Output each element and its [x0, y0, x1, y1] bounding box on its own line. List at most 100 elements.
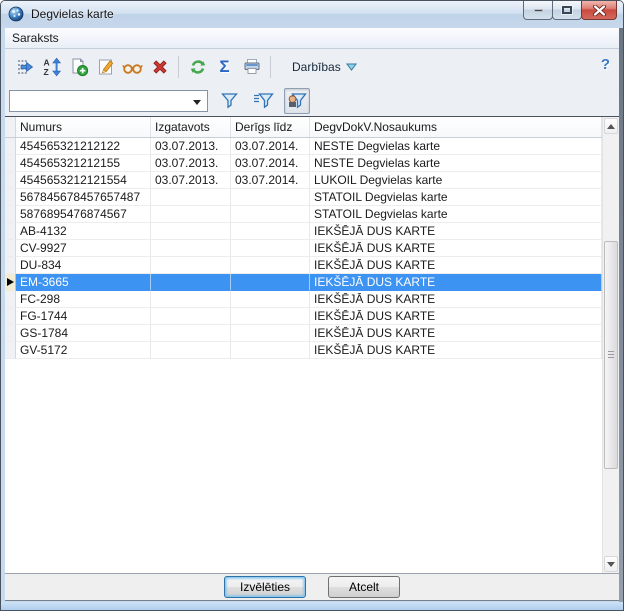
table-row[interactable]: 454565321212155 03.07.2013. 03.07.2014. …: [5, 155, 602, 172]
maximize-button[interactable]: [552, 1, 582, 20]
cell-izgatavots[interactable]: [151, 308, 231, 325]
cell-nosaukums[interactable]: STATOIL Degvielas karte: [310, 206, 602, 223]
cell-izgatavots[interactable]: [151, 291, 231, 308]
cell-numurs[interactable]: GV-5172: [16, 342, 151, 359]
cell-numurs[interactable]: 454565321212122: [16, 138, 151, 155]
cell-derigs-lidz[interactable]: [231, 223, 310, 240]
cell-nosaukums[interactable]: NESTE Degvielas karte: [310, 138, 602, 155]
column-header-derigs-lidz[interactable]: Derīgs līdz: [231, 117, 310, 137]
cell-izgatavots[interactable]: 03.07.2013.: [151, 138, 231, 155]
row-selector-cell[interactable]: [5, 189, 16, 206]
cell-nosaukums[interactable]: IEKŠĒJĀ DUS KARTE: [310, 223, 602, 240]
row-selector-cell[interactable]: [5, 325, 16, 342]
cell-nosaukums[interactable]: IEKŠĒJĀ DUS KARTE: [310, 342, 602, 359]
delete-button[interactable]: [146, 54, 173, 80]
table-row[interactable]: EM-3665 IEKŠĒJĀ DUS KARTE: [5, 274, 602, 291]
cell-numurs[interactable]: 454565321212155: [16, 155, 151, 172]
cell-izgatavots[interactable]: [151, 342, 231, 359]
cell-nosaukums[interactable]: LUKOIL Degvielas karte: [310, 172, 602, 189]
cell-derigs-lidz[interactable]: 03.07.2014.: [231, 172, 310, 189]
scrollbar-up-button[interactable]: [604, 118, 618, 134]
select-button[interactable]: Izvēlēties: [224, 576, 306, 598]
titlebar[interactable]: Degvielas karte: [1, 1, 623, 28]
cell-izgatavots[interactable]: [151, 206, 231, 223]
table-row[interactable]: GS-1784 IEKŠĒJĀ DUS KARTE: [5, 325, 602, 342]
row-selector-cell[interactable]: [5, 308, 16, 325]
cell-numurs[interactable]: GS-1784: [16, 325, 151, 342]
row-selector-cell[interactable]: [5, 257, 16, 274]
cell-derigs-lidz[interactable]: [231, 206, 310, 223]
row-selector-cell[interactable]: [5, 342, 16, 359]
close-button[interactable]: [581, 1, 617, 20]
sum-button[interactable]: Σ: [211, 54, 238, 80]
cell-izgatavots[interactable]: 03.07.2013.: [151, 172, 231, 189]
cell-numurs[interactable]: FG-1744: [16, 308, 151, 325]
edit-button[interactable]: [92, 54, 119, 80]
help-button[interactable]: ?: [601, 56, 610, 73]
cell-numurs[interactable]: 567845678457657487: [16, 189, 151, 206]
table-row[interactable]: GV-5172 IEKŠĒJĀ DUS KARTE: [5, 342, 602, 359]
cell-derigs-lidz[interactable]: [231, 257, 310, 274]
cell-izgatavots[interactable]: [151, 325, 231, 342]
filter-button[interactable]: [216, 88, 242, 114]
cell-nosaukums[interactable]: IEKŠĒJĀ DUS KARTE: [310, 257, 602, 274]
cell-nosaukums[interactable]: IEKŠĒJĀ DUS KARTE: [310, 291, 602, 308]
print-button[interactable]: [238, 54, 265, 80]
table-row[interactable]: FG-1744 IEKŠĒJĀ DUS KARTE: [5, 308, 602, 325]
darbibas-menu-button[interactable]: Darbības: [286, 57, 363, 77]
minimize-button[interactable]: [523, 1, 553, 20]
row-selector-cell[interactable]: [5, 274, 16, 291]
cell-izgatavots[interactable]: [151, 257, 231, 274]
table-row[interactable]: 567845678457657487 STATOIL Degvielas kar…: [5, 189, 602, 206]
row-selector-cell[interactable]: [5, 155, 16, 172]
cell-numurs[interactable]: 4545653212121554: [16, 172, 151, 189]
column-header-nosaukums[interactable]: DegvDokV.Nosaukums: [310, 117, 602, 137]
table-row[interactable]: 5876895476874567 STATOIL Degvielas karte: [5, 206, 602, 223]
cell-derigs-lidz[interactable]: [231, 274, 310, 291]
cell-nosaukums[interactable]: IEKŠĒJĀ DUS KARTE: [310, 308, 602, 325]
cell-derigs-lidz[interactable]: [231, 189, 310, 206]
cell-derigs-lidz[interactable]: [231, 325, 310, 342]
row-selector-cell[interactable]: [5, 172, 16, 189]
column-header-izgatavots[interactable]: Izgatavots: [151, 117, 231, 137]
select-rows-button[interactable]: [11, 54, 38, 80]
filter-user-button[interactable]: [284, 87, 310, 114]
cell-nosaukums[interactable]: IEKŠĒJĀ DUS KARTE: [310, 240, 602, 257]
row-selector-cell[interactable]: [5, 291, 16, 308]
cancel-button[interactable]: Atcelt: [328, 576, 400, 598]
cell-derigs-lidz[interactable]: 03.07.2014.: [231, 138, 310, 155]
cell-derigs-lidz[interactable]: [231, 308, 310, 325]
cell-izgatavots[interactable]: [151, 189, 231, 206]
row-selector-cell[interactable]: [5, 240, 16, 257]
cell-nosaukums[interactable]: IEKŠĒJĀ DUS KARTE: [310, 325, 602, 342]
scrollbar-thumb[interactable]: [604, 241, 618, 469]
cell-izgatavots[interactable]: 03.07.2013.: [151, 155, 231, 172]
cell-numurs[interactable]: DU-834: [16, 257, 151, 274]
filter-advanced-button[interactable]: [250, 88, 276, 114]
table-row[interactable]: 454565321212122 03.07.2013. 03.07.2014. …: [5, 138, 602, 155]
row-selector-cell[interactable]: [5, 206, 16, 223]
sort-button[interactable]: A Z: [38, 54, 65, 80]
filter-combobox[interactable]: [9, 89, 208, 112]
row-selector-cell[interactable]: [5, 138, 16, 155]
table-row[interactable]: 4545653212121554 03.07.2013. 03.07.2014.…: [5, 172, 602, 189]
table-row[interactable]: AB-4132 IEKŠĒJĀ DUS KARTE: [5, 223, 602, 240]
cell-numurs[interactable]: FC-298: [16, 291, 151, 308]
cell-numurs[interactable]: EM-3665: [16, 274, 151, 291]
view-button[interactable]: [119, 54, 146, 80]
cell-derigs-lidz[interactable]: [231, 291, 310, 308]
cell-numurs[interactable]: AB-4132: [16, 223, 151, 240]
row-selector-cell[interactable]: [5, 223, 16, 240]
menu-saraksts[interactable]: Saraksts: [5, 28, 66, 48]
cell-izgatavots[interactable]: [151, 240, 231, 257]
cell-derigs-lidz[interactable]: [231, 240, 310, 257]
cell-izgatavots[interactable]: [151, 223, 231, 240]
cell-numurs[interactable]: CV-9927: [16, 240, 151, 257]
add-button[interactable]: [65, 54, 92, 80]
cell-nosaukums[interactable]: STATOIL Degvielas karte: [310, 189, 602, 206]
cell-derigs-lidz[interactable]: [231, 342, 310, 359]
refresh-button[interactable]: [184, 54, 211, 80]
cell-derigs-lidz[interactable]: 03.07.2014.: [231, 155, 310, 172]
cell-numurs[interactable]: 5876895476874567: [16, 206, 151, 223]
cell-nosaukums[interactable]: NESTE Degvielas karte: [310, 155, 602, 172]
